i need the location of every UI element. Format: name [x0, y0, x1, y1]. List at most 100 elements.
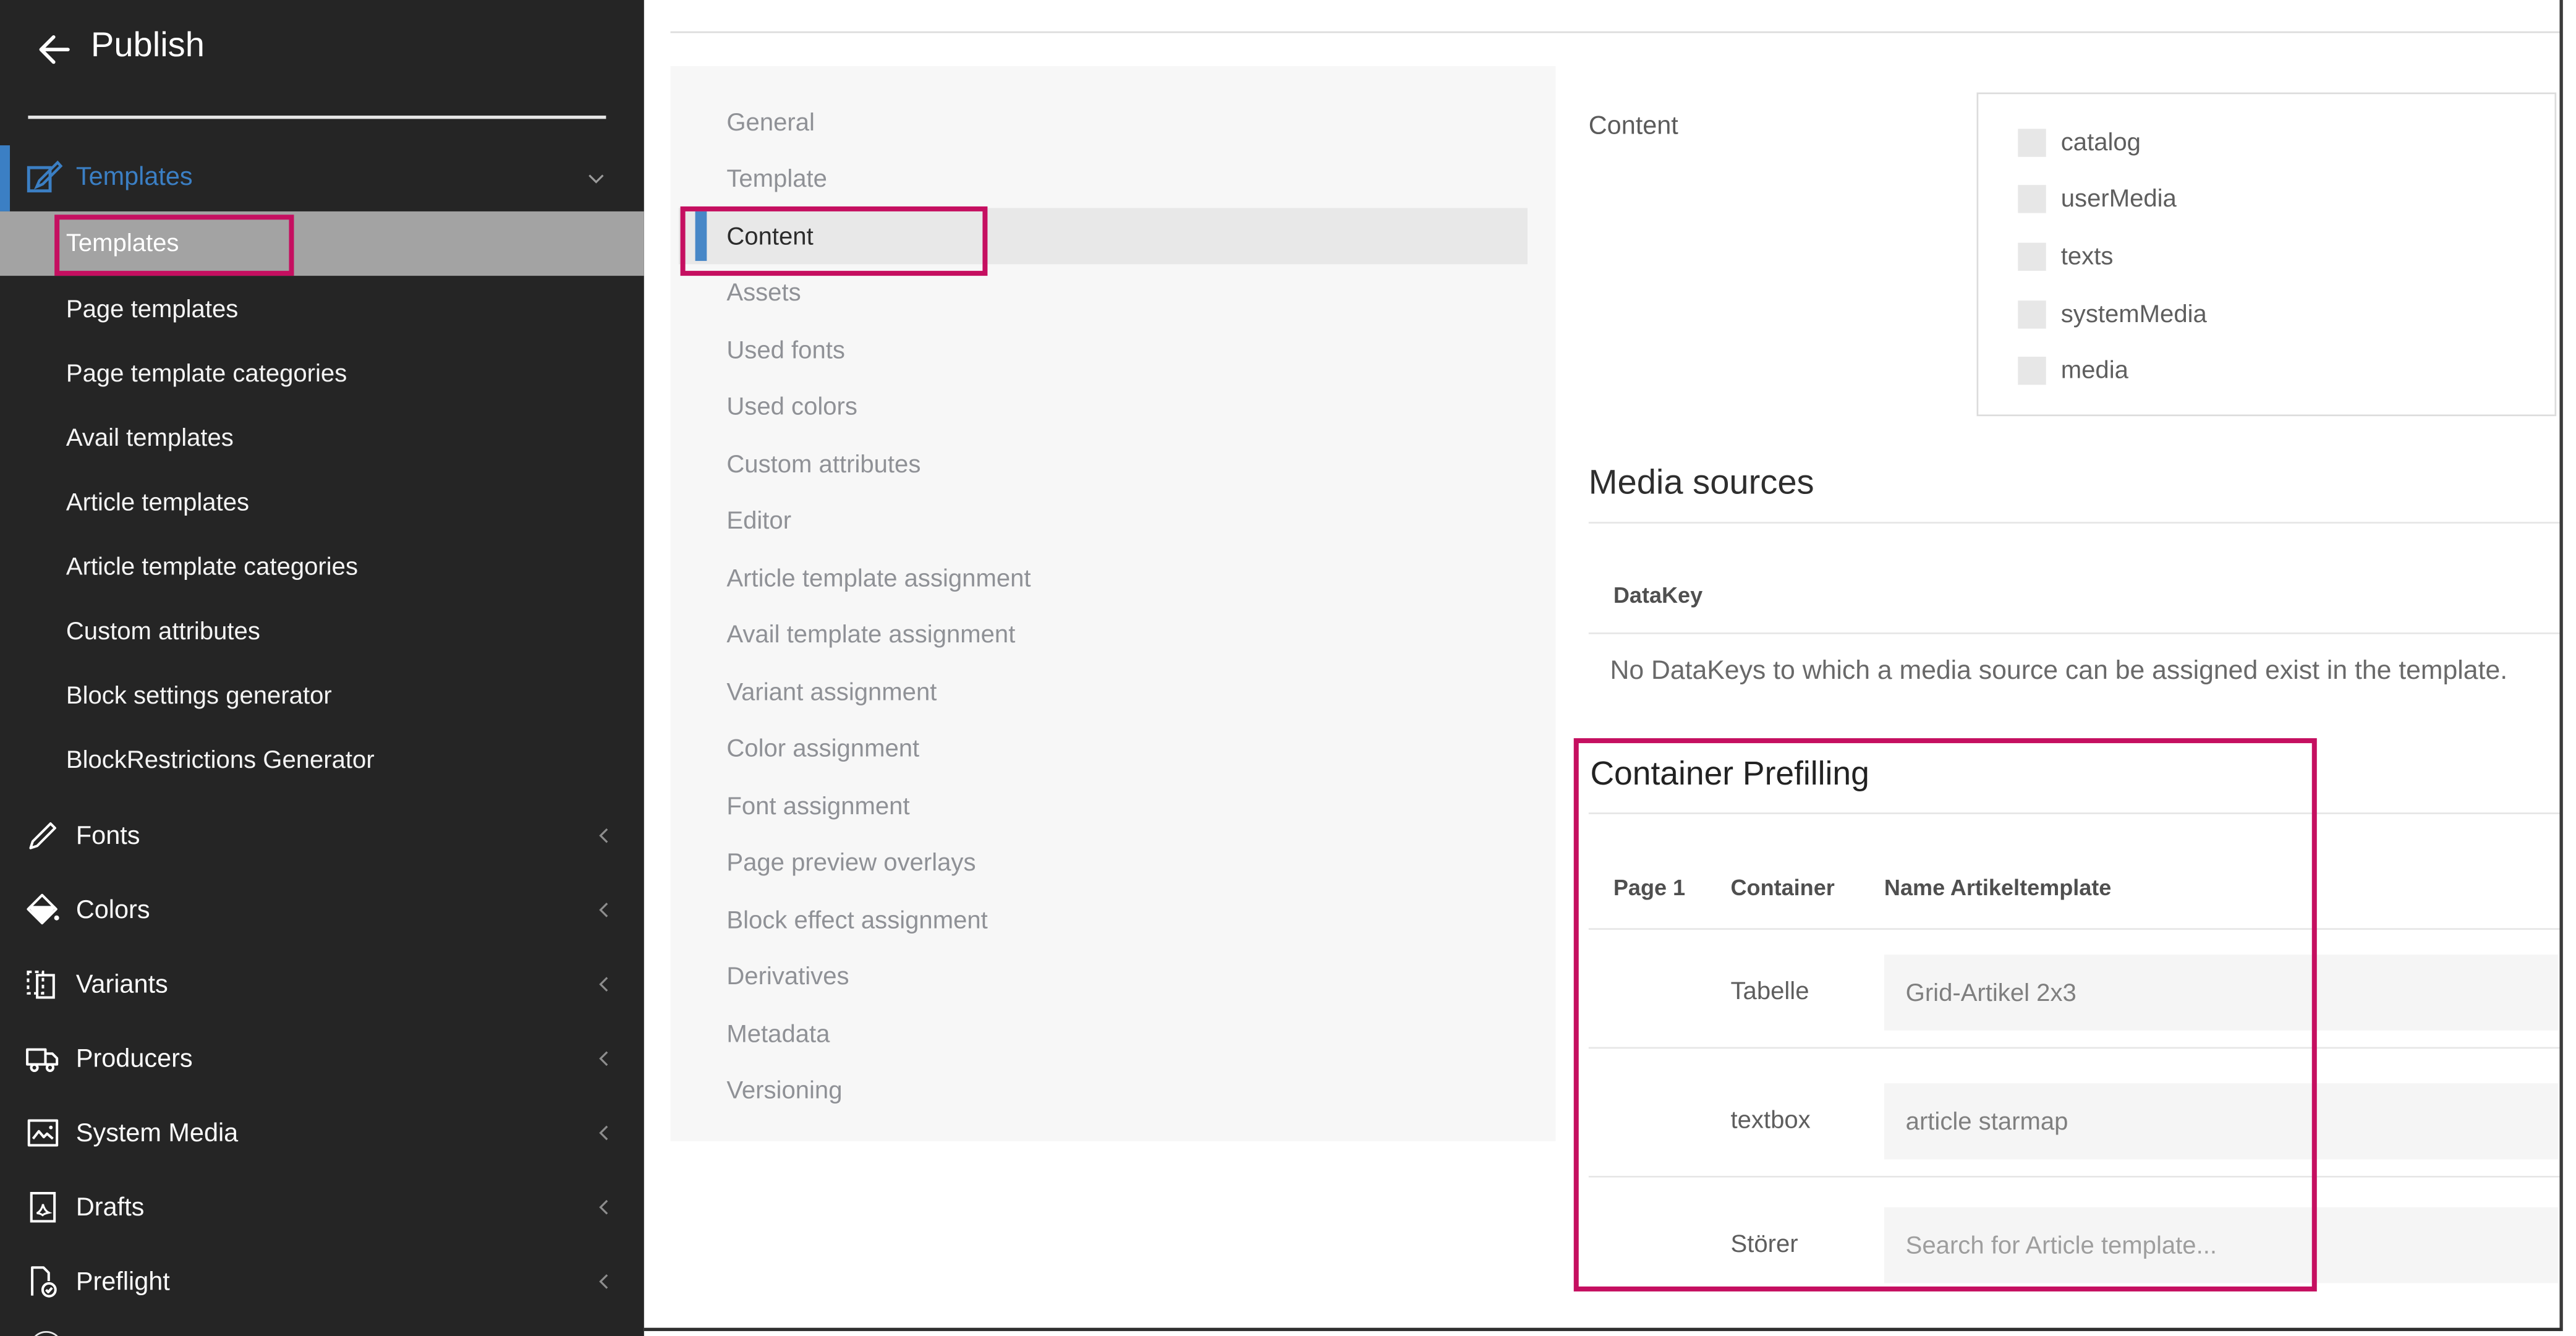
chevron-left-icon[interactable] — [591, 822, 618, 849]
settings-nav-panel: General Template Content Assets Used fon… — [671, 66, 1556, 1141]
container-prefilling-title: Container Prefilling — [1590, 756, 1869, 794]
sidebar-item-label: Preflight — [76, 1245, 170, 1319]
tab-derivatives[interactable]: Derivatives — [671, 948, 1556, 1005]
tab-content[interactable]: Content — [679, 208, 1528, 265]
sidebar-item-label: Fonts — [76, 799, 140, 873]
settings-nav-list: General Template Content Assets Used fon… — [671, 66, 1556, 1120]
sidebar-item-label: Producers — [76, 1021, 193, 1096]
window-bottom-border — [644, 1328, 2561, 1332]
tab-block-effect-assignment[interactable]: Block effect assignment — [671, 891, 1556, 948]
header-divider — [671, 32, 2562, 33]
tab-versioning[interactable]: Versioning — [671, 1062, 1556, 1119]
sidebar-item-block-settings-generator[interactable]: Block settings generator — [0, 663, 644, 728]
checkbox-label: systemMedia — [2061, 300, 2207, 328]
checkbox-systemmedia[interactable] — [2018, 300, 2046, 328]
checkbox-row: userMedia — [1978, 171, 2554, 228]
article-template-search-input[interactable] — [1884, 1207, 2558, 1283]
tab-article-template-assignment[interactable]: Article template assignment — [671, 550, 1556, 606]
checkbox-texts[interactable] — [2018, 243, 2046, 271]
checkbox-row: texts — [1978, 228, 2554, 285]
container-row-label: textbox — [1731, 1107, 1811, 1134]
empty-state-message: No DataKeys to which a media source can … — [1610, 657, 2507, 687]
chevron-left-icon[interactable] — [591, 1194, 618, 1220]
tab-editor[interactable]: Editor — [671, 493, 1556, 550]
sidebar-item-blockrestrictions-generator[interactable]: BlockRestrictions Generator — [0, 728, 644, 792]
page-title: Publish — [91, 27, 205, 66]
tab-metadata[interactable]: Metadata — [671, 1005, 1556, 1062]
chevron-left-icon[interactable] — [591, 897, 618, 924]
tab-avail-template-assignment[interactable]: Avail template assignment — [671, 606, 1556, 663]
sidebar-item-system-media[interactable]: System Media — [0, 1096, 644, 1170]
checkbox-catalog[interactable] — [2018, 129, 2046, 156]
image-icon — [23, 1113, 62, 1152]
chevron-left-icon[interactable] — [591, 1120, 618, 1146]
divider — [1589, 1176, 2561, 1178]
checkbox-row: catalog — [1978, 114, 2554, 171]
document-check-icon — [23, 1262, 62, 1301]
sidebar-item-label: System Media — [76, 1096, 238, 1170]
sidebar-group-label: Templates — [76, 145, 193, 211]
tab-page-preview-overlays[interactable]: Page preview overlays — [671, 835, 1556, 891]
sidebar-item-variants[interactable]: Variants — [0, 947, 644, 1021]
sidebar-item-fonts[interactable]: Fonts — [0, 799, 644, 873]
tab-used-fonts[interactable]: Used fonts — [671, 321, 1556, 378]
checkbox-label: catalog — [2061, 129, 2141, 156]
checkbox-row: systemMedia — [1978, 286, 2554, 343]
sidebar-item-custom-attributes[interactable]: Custom attributes — [0, 598, 644, 663]
sidebar-item-page-template-categories[interactable]: Page template categories — [0, 341, 644, 406]
pencil-icon — [23, 816, 62, 856]
article-template-input-tabelle[interactable] — [1884, 955, 2558, 1031]
tab-used-colors[interactable]: Used colors — [671, 378, 1556, 435]
tab-assets[interactable]: Assets — [671, 265, 1556, 321]
content-field-label: Content — [1589, 113, 1678, 142]
checkbox-usermedia[interactable] — [2018, 185, 2046, 213]
sidebar-item-colors[interactable]: Colors — [0, 873, 644, 947]
tab-color-assignment[interactable]: Color assignment — [671, 720, 1556, 777]
tab-custom-attributes[interactable]: Custom attributes — [671, 436, 1556, 493]
checkbox-media[interactable] — [2018, 357, 2046, 385]
divider — [1589, 632, 2561, 634]
tab-template[interactable]: Template — [671, 151, 1556, 208]
sidebar-item-label: Drafts — [76, 1170, 144, 1245]
datakey-column-header: DataKey — [1613, 583, 1702, 608]
divider — [1589, 1047, 2561, 1049]
tab-variant-assignment[interactable]: Variant assignment — [671, 663, 1556, 720]
article-template-input-textbox[interactable] — [1884, 1083, 2558, 1159]
pdf-icon — [23, 1188, 62, 1227]
checkbox-label: texts — [2061, 243, 2114, 271]
partial-circle-icon — [30, 1331, 62, 1336]
active-indicator-bar — [0, 145, 10, 211]
back-arrow-icon[interactable] — [33, 28, 75, 70]
sidebar-item-article-templates[interactable]: Article templates — [0, 470, 644, 534]
column-header-page: Page 1 — [1613, 875, 1685, 900]
sidebar-item-preflight[interactable]: Preflight — [0, 1245, 644, 1319]
divider — [1589, 522, 2561, 524]
sidebar: Publish Templates Templates Page templat… — [0, 0, 644, 1336]
chevron-left-icon[interactable] — [591, 971, 618, 998]
chevron-down-icon[interactable] — [581, 163, 611, 193]
sidebar-item-drafts[interactable]: Drafts — [0, 1170, 644, 1245]
checkbox-label: userMedia — [2061, 185, 2177, 213]
sidebar-item-avail-templates[interactable]: Avail templates — [0, 406, 644, 470]
paint-bucket-icon — [23, 890, 62, 930]
sidebar-divider — [28, 116, 606, 118]
divider — [1589, 928, 2561, 930]
sidebar-item-article-template-categories[interactable]: Article template categories — [0, 534, 644, 598]
container-row-label: Tabelle — [1731, 977, 1809, 1005]
chevron-left-icon[interactable] — [591, 1045, 618, 1072]
sidebar-item-templates-group[interactable]: Templates — [0, 145, 644, 211]
tab-general[interactable]: General — [671, 94, 1556, 151]
container-row-label: Störer — [1731, 1230, 1798, 1258]
sidebar-item-templates[interactable]: Templates — [0, 211, 644, 276]
sidebar-item-producers[interactable]: Producers — [0, 1021, 644, 1096]
checkbox-label: media — [2061, 357, 2128, 385]
truck-icon — [23, 1039, 62, 1078]
sidebar-item-page-templates[interactable]: Page templates — [0, 276, 644, 341]
column-header-container: Container — [1731, 875, 1835, 900]
tab-font-assignment[interactable]: Font assignment — [671, 778, 1556, 835]
content-checkbox-panel: catalog userMedia texts systemMedia medi… — [1977, 93, 2557, 417]
chevron-left-icon[interactable] — [591, 1269, 618, 1295]
template-pen-icon — [22, 157, 64, 200]
window-right-border — [2559, 0, 2562, 1331]
sidebar-section-list: Fonts Colors Variants — [0, 799, 644, 1319]
